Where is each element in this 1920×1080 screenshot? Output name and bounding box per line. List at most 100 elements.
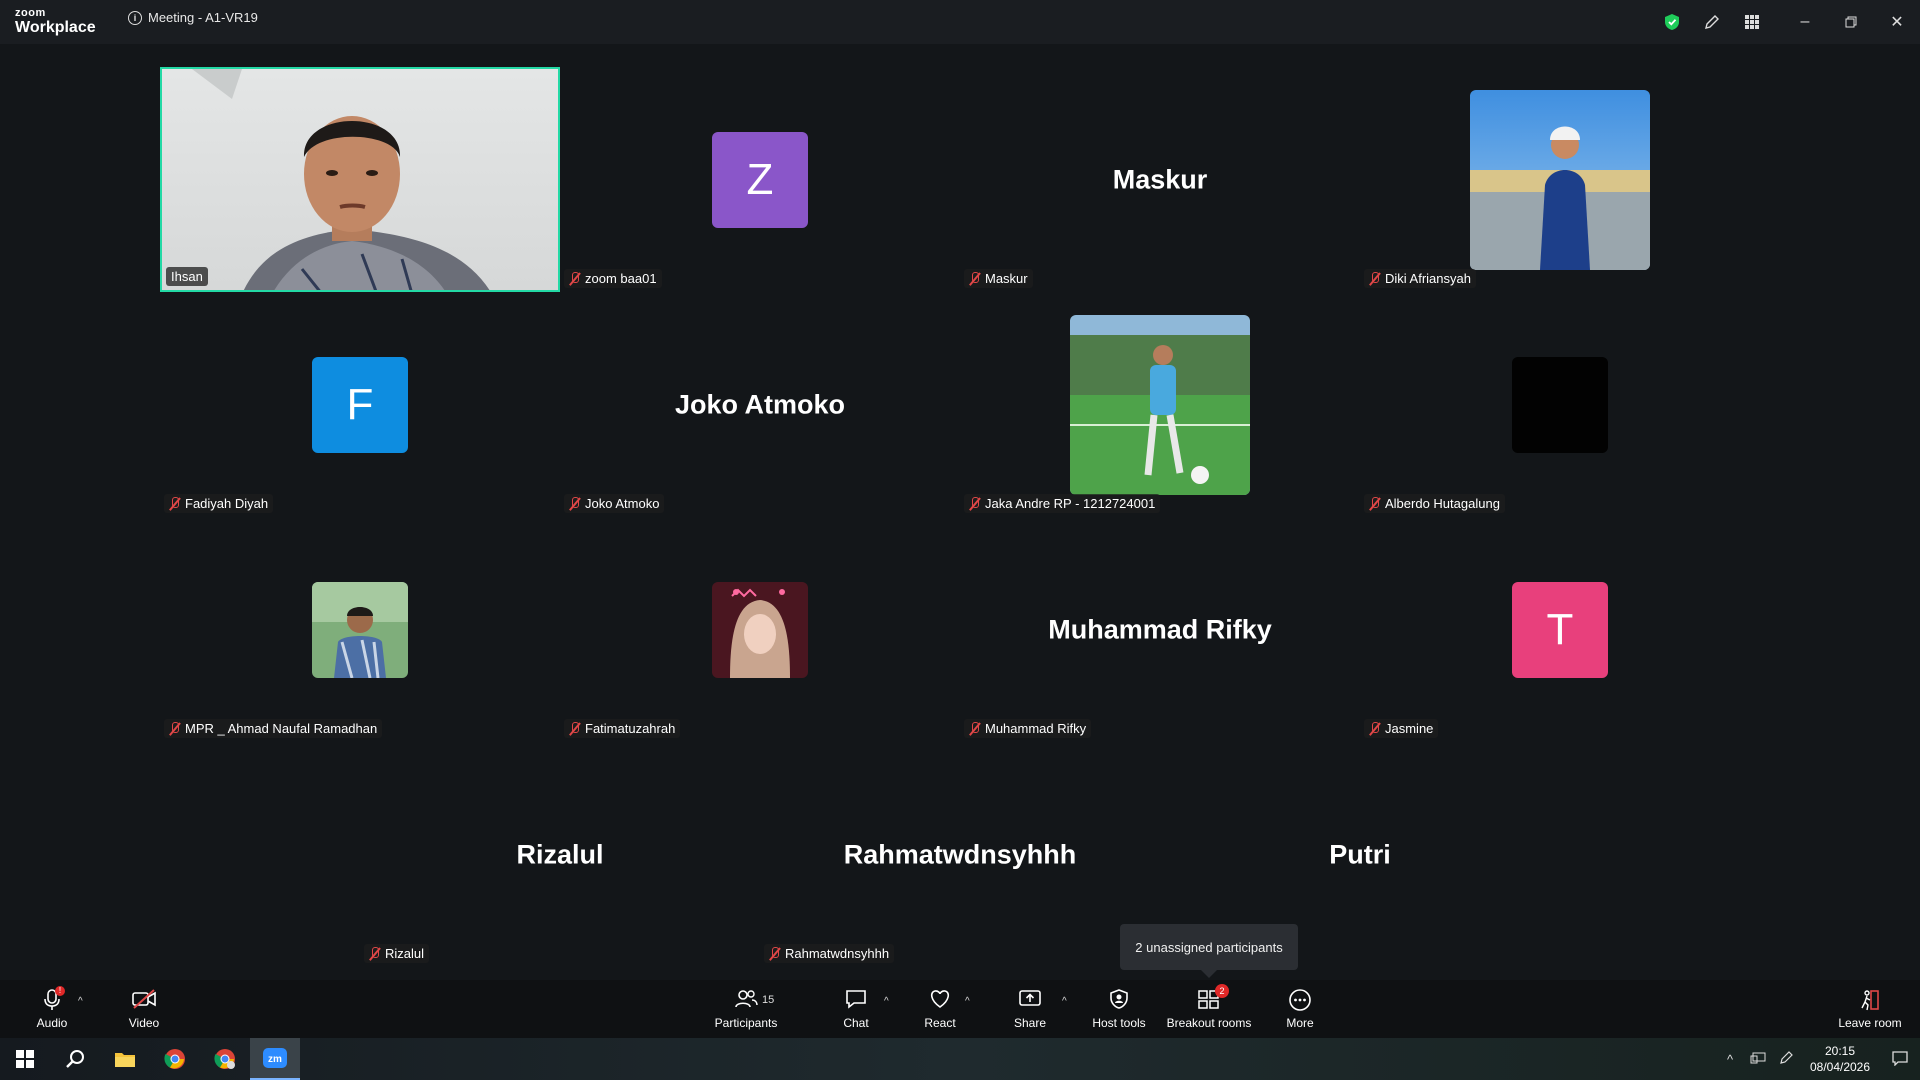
participant-name: Jaka Andre RP - 1212724001: [985, 496, 1156, 511]
apps-grid-icon[interactable]: [1732, 0, 1772, 44]
minimize-button[interactable]: –: [1782, 0, 1828, 44]
host-tools-button[interactable]: Host tools: [1088, 980, 1150, 1038]
muted-mic-icon: [769, 946, 781, 961]
chrome-icon[interactable]: [150, 1038, 200, 1080]
participant-name: Maskur: [985, 271, 1028, 286]
more-button[interactable]: More: [1276, 980, 1324, 1038]
search-icon[interactable]: [50, 1038, 100, 1080]
breakout-tooltip: 2 unassigned participants: [1120, 924, 1298, 978]
participant-tile-maskur[interactable]: Maskur Maskur: [960, 67, 1360, 292]
share-button[interactable]: Share: [1006, 980, 1054, 1038]
muted-mic-icon: [569, 496, 581, 511]
participant-name-tag: MPR _ Ahmad Naufal Ramadhan: [164, 719, 383, 738]
participant-tile-ihsan[interactable]: Ihsan: [160, 67, 560, 292]
participant-tile-alberdo-hutagalung[interactable]: Alberdo Hutagalung: [1360, 292, 1760, 517]
participant-avatar: F: [312, 356, 408, 453]
more-dots-icon: [1288, 988, 1312, 1014]
participant-display-name: Joko Atmoko: [674, 389, 845, 419]
meeting-info[interactable]: i Meeting - A1-VR19: [128, 10, 258, 25]
audio-label: Audio: [36, 1016, 68, 1030]
muted-mic-icon: [569, 721, 581, 736]
more-label: More: [1286, 1016, 1314, 1030]
audio-options-caret-icon[interactable]: ^: [78, 996, 83, 1007]
participant-video: [162, 69, 558, 290]
react-options-caret-icon[interactable]: ^: [965, 996, 970, 1007]
react-button[interactable]: React: [916, 980, 964, 1038]
info-icon[interactable]: i: [128, 10, 142, 25]
participant-name-tag: zoom baa01: [564, 269, 662, 288]
participant-tile-jasmine[interactable]: T Jasmine: [1360, 517, 1760, 742]
participant-tile-rahmatwdnsyhhh[interactable]: Rahmatwdnsyhhh Rahmatwdnsyhhh: [760, 742, 1160, 967]
zoom-app-icon[interactable]: zm: [250, 1038, 300, 1080]
chat-label: Chat: [843, 1016, 869, 1030]
pencil-icon[interactable]: [1692, 0, 1732, 44]
participant-display-name: Putri: [1329, 839, 1391, 869]
participant-tile-joko-atmoko[interactable]: Joko Atmoko Joko Atmoko: [560, 292, 960, 517]
network-icon[interactable]: [1744, 1052, 1772, 1067]
clock-time: 20:15: [1824, 1044, 1856, 1058]
muted-mic-icon: [1369, 496, 1381, 511]
participant-tile-mpr-ahmad-naufal[interactable]: MPR _ Ahmad Naufal Ramadhan: [160, 517, 560, 742]
chat-icon: [844, 988, 868, 1014]
participant-name: Fatimatuzahrah: [585, 721, 676, 736]
video-off-icon: [131, 988, 157, 1014]
participant-photo: [1070, 314, 1250, 495]
heart-icon: [928, 988, 952, 1014]
audio-alert-badge: !: [55, 986, 65, 996]
close-button[interactable]: ✕: [1874, 0, 1920, 44]
participant-photo: [312, 581, 408, 678]
chrome-profile-icon[interactable]: [200, 1038, 250, 1080]
participants-button[interactable]: Participants: [708, 980, 784, 1038]
windows-start-icon[interactable]: [0, 1038, 50, 1080]
zoom-workplace-logo: zoom Workplace: [15, 8, 96, 36]
meeting-toolbar: ! Audio ^ Video Participants 15 Chat ^ R…: [0, 980, 1920, 1038]
breakout-rooms-icon: 2: [1197, 984, 1229, 1014]
breakout-rooms-button[interactable]: 2 Breakout rooms: [1164, 980, 1254, 1038]
logo-brand-large: Workplace: [15, 19, 96, 36]
chat-options-caret-icon[interactable]: ^: [884, 996, 889, 1007]
participant-name: Muhammad Rifky: [985, 721, 1087, 736]
participant-display-name: Maskur: [1112, 164, 1208, 194]
participant-tile-zoom-baa01[interactable]: Z zoom baa01: [560, 67, 960, 292]
participant-name: Jasmine: [1385, 721, 1434, 736]
taskbar-clock[interactable]: 20:15 08/04/2026: [1800, 1043, 1880, 1075]
tray-chevron-icon[interactable]: ^: [1716, 1052, 1744, 1067]
participant-tile-jaka-andre[interactable]: Jaka Andre RP - 1212724001: [960, 292, 1360, 517]
muted-mic-icon: [569, 271, 581, 286]
breakout-rooms-label: Breakout rooms: [1166, 1016, 1252, 1030]
microphone-icon: !: [43, 986, 65, 1014]
notifications-icon[interactable]: [1880, 1050, 1920, 1069]
participant-name: Rahmatwdnsyhhh: [785, 946, 890, 961]
muted-mic-icon: [969, 271, 981, 286]
participant-tile-fatimatuzahrah[interactable]: Fatimatuzahrah: [560, 517, 960, 742]
file-explorer-icon[interactable]: [100, 1038, 150, 1080]
participant-name-tag: Rizalul: [364, 944, 430, 963]
participant-name-tag: Diki Afriansyah: [1364, 269, 1476, 288]
chat-button[interactable]: Chat: [832, 980, 880, 1038]
pen-icon[interactable]: [1772, 1050, 1800, 1068]
participant-name-tag: Muhammad Rifky: [964, 719, 1092, 738]
video-button[interactable]: Video: [120, 980, 168, 1038]
video-label: Video: [128, 1016, 160, 1030]
participant-tile-diki-afriansyah[interactable]: Diki Afriansyah: [1360, 67, 1760, 292]
participant-tile-rizalul[interactable]: Rizalul Rizalul: [360, 742, 760, 967]
shield-icon[interactable]: [1652, 0, 1692, 44]
leave-room-button[interactable]: Leave room: [1834, 980, 1906, 1038]
share-options-caret-icon[interactable]: ^: [1062, 996, 1067, 1007]
muted-mic-icon: [169, 721, 181, 736]
participant-tile-fadiyah-diyah[interactable]: F Fadiyah Diyah: [160, 292, 560, 517]
participant-name-tag: Jaka Andre RP - 1212724001: [964, 494, 1161, 513]
restore-button[interactable]: [1828, 0, 1874, 44]
participants-count: 15: [762, 994, 775, 1006]
participant-avatar: Z: [712, 131, 808, 228]
muted-mic-icon: [969, 496, 981, 511]
participant-name-tag: Jasmine: [1364, 719, 1439, 738]
audio-button[interactable]: ! Audio: [28, 980, 76, 1038]
participants-icon: [734, 988, 758, 1014]
participant-display-name: Muhammad Rifky: [1048, 614, 1272, 644]
share-screen-icon: [1018, 988, 1042, 1014]
windows-taskbar: zm ^ 20:15 08/04/2026: [0, 1038, 1920, 1080]
participant-name: Joko Atmoko: [585, 496, 660, 511]
participant-name: Rizalul: [385, 946, 425, 961]
participant-tile-muhammad-rifky[interactable]: Muhammad Rifky Muhammad Rifky: [960, 517, 1360, 742]
